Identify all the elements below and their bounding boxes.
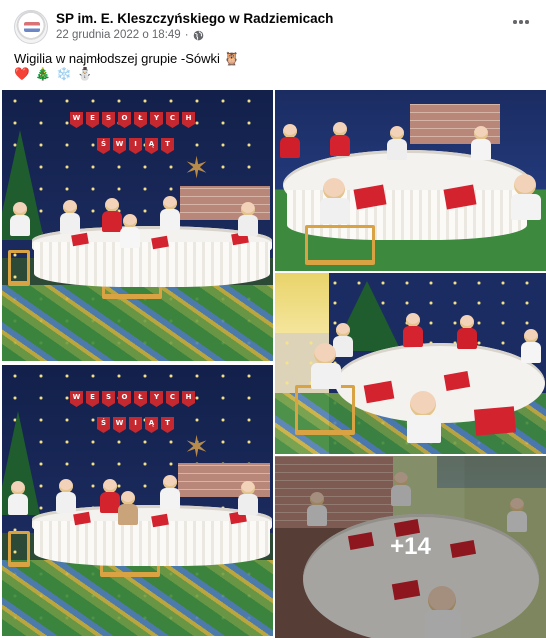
post-meta: 22 grudnia 2022 o 18:49 ·	[56, 29, 204, 41]
globe-icon[interactable]	[193, 30, 204, 41]
gallery-photo-3[interactable]: WESOŁYCH ŚWIĄT ✶	[2, 365, 273, 636]
toy-shelf	[275, 273, 329, 333]
more-photos-count: +14	[390, 533, 431, 560]
more-photos-overlay[interactable]: +14	[275, 456, 546, 638]
gallery-photo-1[interactable]: WESOŁYCH ŚWIĄT ✶	[2, 90, 273, 361]
emoji-line: ❤️ 🎄 ❄️ ⛄	[14, 67, 94, 82]
snowman-emoji: ⛄	[77, 67, 94, 81]
more-options-icon	[513, 20, 517, 24]
gallery-photo-2[interactable]	[275, 90, 546, 271]
heart-emoji: ❤️	[14, 67, 31, 81]
post-text: Wigilia w najmłodszej grupie -Sówki 🦉	[14, 51, 240, 67]
facebook-post-card: SP im. E. Kleszczyńskiego w Radziemicach…	[0, 0, 546, 638]
banner-wesolych: WESOŁYCH	[70, 391, 195, 407]
banner-swiat: ŚWIĄT	[97, 138, 174, 154]
post-author[interactable]: SP im. E. Kleszczyńskiego w Radziemicach	[56, 11, 333, 26]
banner-swiat: ŚWIĄT	[97, 417, 174, 433]
gallery-photo-4[interactable]	[275, 273, 546, 454]
star-decoration: ✶	[184, 152, 210, 185]
christmas-tree-emoji: 🎄	[35, 67, 52, 81]
post-message: Wigilia w najmłodszej grupie -Sówki	[14, 51, 220, 66]
more-options-button[interactable]	[510, 14, 532, 30]
post-date[interactable]: 22 grudnia 2022 o 18:49	[56, 29, 181, 41]
banner-wesolych: WESOŁYCH	[70, 112, 195, 128]
owl-emoji: 🦉	[223, 51, 240, 66]
school-crest-icon	[24, 22, 40, 32]
star-decoration: ✶	[184, 431, 210, 464]
snowflake-emoji: ❄️	[56, 67, 73, 81]
page-avatar[interactable]	[14, 10, 48, 44]
gallery-photo-5[interactable]: +14	[275, 456, 546, 638]
